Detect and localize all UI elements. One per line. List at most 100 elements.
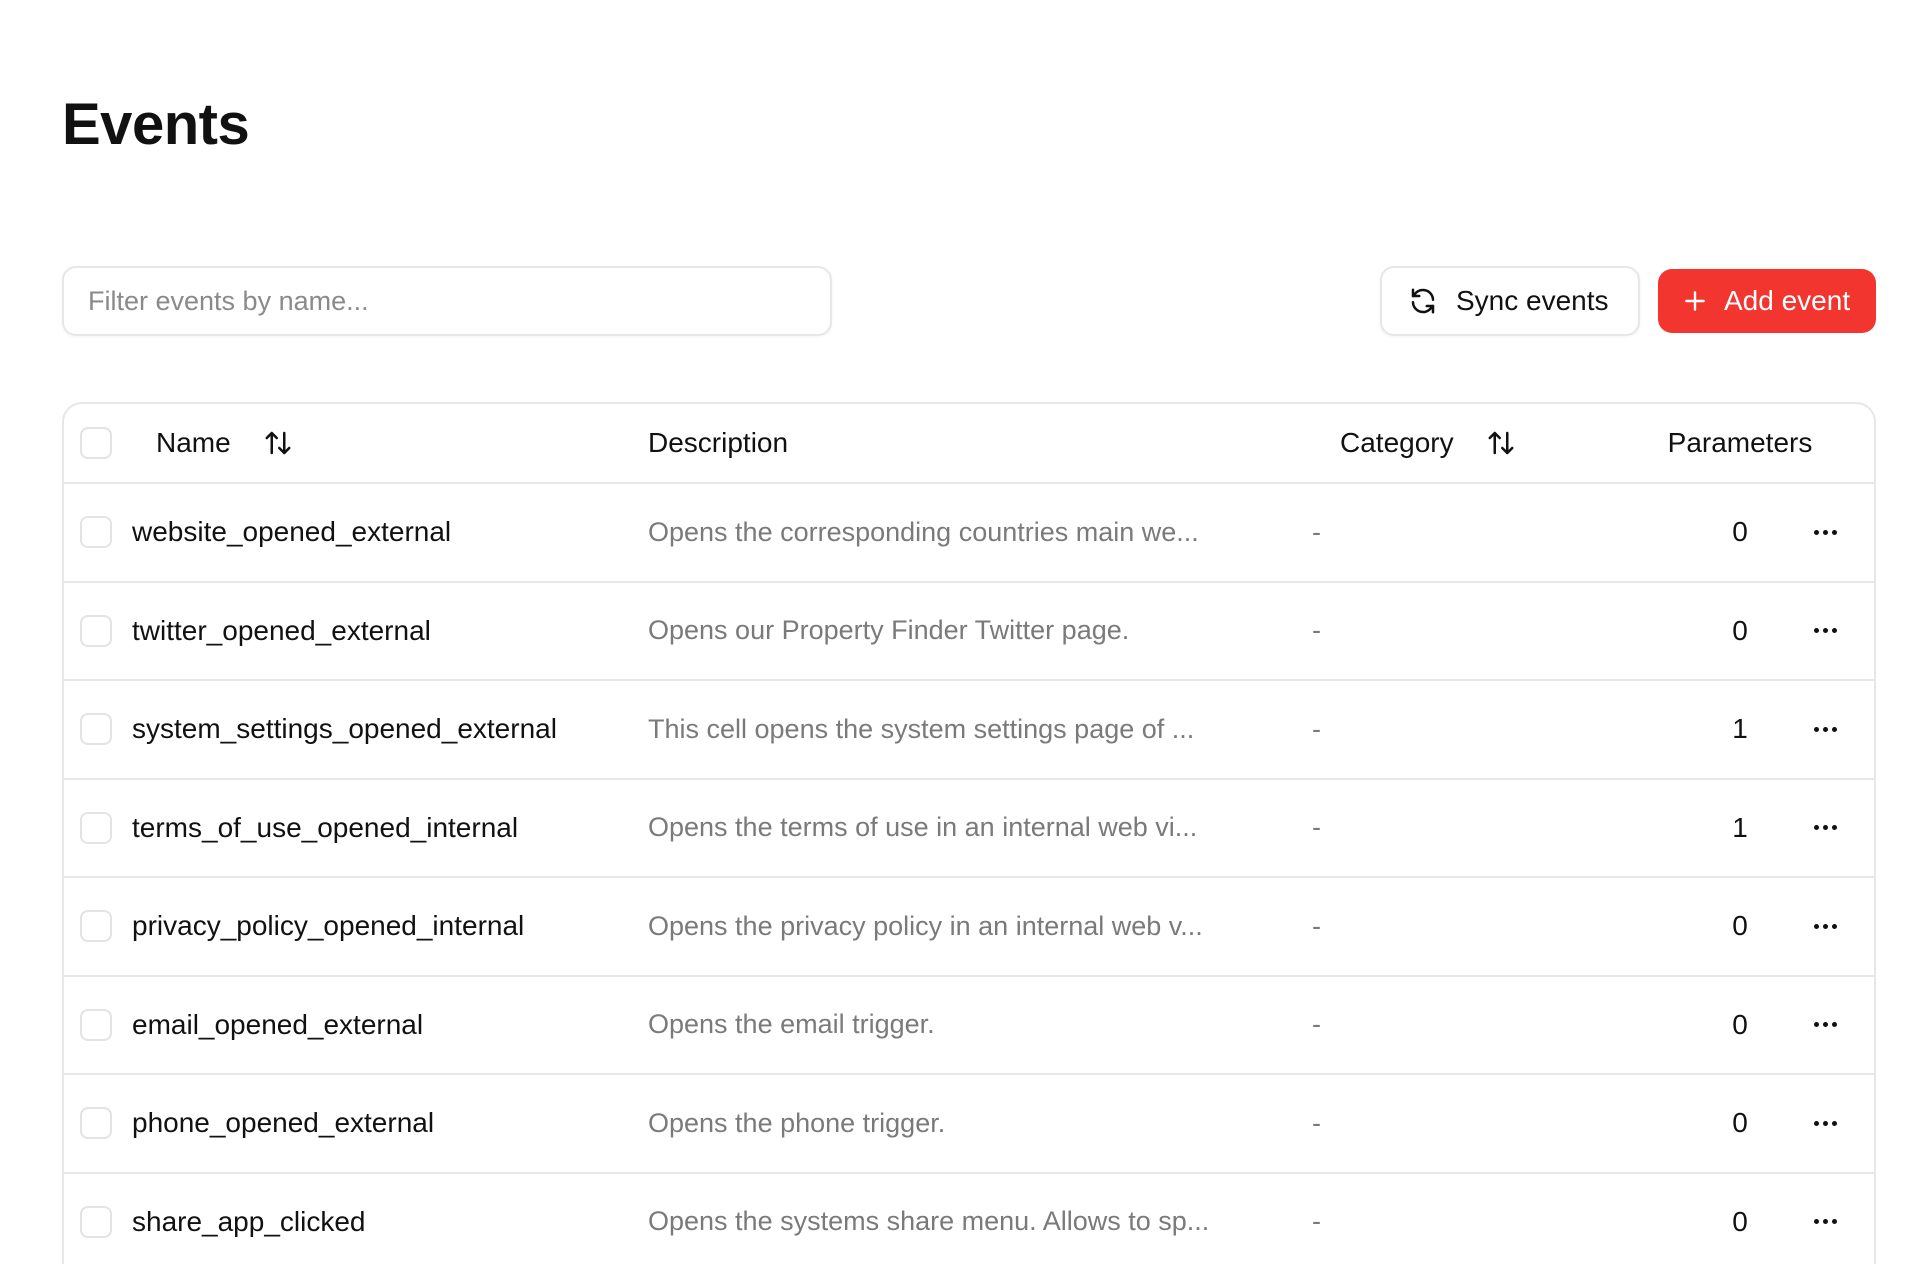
event-category-cell: - — [1312, 681, 1321, 778]
event-parameter-count: 0 — [1732, 1008, 1748, 1040]
more-horizontal-icon[interactable] — [1804, 815, 1847, 840]
event-category-cell: - — [1312, 977, 1321, 1074]
event-description: Opens the phone trigger. — [648, 1107, 946, 1138]
row-checkbox[interactable] — [80, 1107, 112, 1140]
event-name-cell: share_app_clicked — [132, 1174, 366, 1264]
event-description-cell: Opens the terms of use in an internal we… — [648, 780, 1197, 877]
event-description: This cell opens the system settings page… — [648, 713, 1195, 744]
column-header-description: Description — [648, 404, 788, 482]
table-row[interactable]: twitter_opened_external Opens our Proper… — [64, 583, 1874, 681]
table-row[interactable]: privacy_policy_opened_internal Opens the… — [64, 878, 1874, 977]
more-horizontal-icon[interactable] — [1804, 1111, 1847, 1136]
row-checkbox[interactable] — [80, 811, 112, 844]
event-name-cell: email_opened_external — [132, 977, 423, 1074]
column-label-description: Description — [648, 427, 789, 458]
column-header-name: Name — [156, 404, 293, 482]
event-category: - — [1312, 910, 1321, 941]
table-row[interactable]: phone_opened_external Opens the phone tr… — [64, 1075, 1874, 1174]
event-name-cell: privacy_policy_opened_internal — [132, 878, 524, 975]
event-category: - — [1312, 516, 1321, 547]
row-checkbox[interactable] — [80, 1205, 112, 1238]
event-name: phone_opened_external — [132, 1107, 435, 1139]
toolbar: Sync events Add event — [62, 264, 1876, 336]
row-checkbox[interactable] — [80, 713, 112, 746]
event-description: Opens our Property Finder Twitter page. — [648, 615, 1130, 646]
row-actions-cell — [1800, 681, 1850, 778]
event-category: - — [1312, 812, 1321, 843]
event-description-cell: Opens the phone trigger. — [648, 1075, 945, 1172]
event-category-cell: - — [1312, 1075, 1321, 1172]
table-row[interactable]: website_opened_external Opens the corres… — [64, 484, 1874, 583]
column-label-category: Category — [1340, 427, 1454, 458]
sort-arrows-icon[interactable] — [263, 428, 293, 458]
sync-events-button[interactable]: Sync events — [1380, 266, 1640, 336]
event-description: Opens the email trigger. — [648, 1009, 935, 1040]
table-row[interactable]: system_settings_opened_external This cel… — [64, 681, 1874, 780]
event-name-cell: terms_of_use_opened_internal — [132, 780, 518, 877]
filter-events-input[interactable] — [62, 266, 832, 336]
add-event-label: Add event — [1724, 285, 1851, 316]
sort-arrows-icon[interactable] — [1486, 428, 1516, 458]
event-parameter-count: 1 — [1732, 713, 1748, 745]
table-header: Name Description Category Parameters — [64, 404, 1874, 484]
event-description: Opens the systems share menu. Allows to … — [648, 1206, 1210, 1237]
event-category: - — [1312, 1206, 1321, 1237]
event-description-cell: Opens the privacy policy in an internal … — [648, 878, 1203, 975]
table-row[interactable]: share_app_clicked Opens the systems shar… — [64, 1174, 1874, 1264]
event-category-cell: - — [1312, 484, 1321, 581]
event-parameter-count: 0 — [1732, 910, 1748, 942]
more-horizontal-icon[interactable] — [1804, 717, 1847, 742]
event-category: - — [1312, 1009, 1321, 1040]
event-description: Opens the terms of use in an internal we… — [648, 812, 1198, 843]
row-actions-cell — [1800, 780, 1850, 877]
event-description-cell: Opens the systems share menu. Allows to … — [648, 1174, 1209, 1264]
row-checkbox[interactable] — [80, 516, 112, 549]
page-title: Events — [62, 92, 250, 157]
select-all-checkbox[interactable] — [80, 427, 112, 459]
sync-events-label: Sync events — [1456, 285, 1609, 316]
event-category-cell: - — [1312, 878, 1321, 975]
event-description-cell: Opens our Property Finder Twitter page. — [648, 583, 1129, 680]
event-name: system_settings_opened_external — [132, 713, 557, 745]
event-name: privacy_policy_opened_internal — [132, 910, 525, 942]
more-horizontal-icon[interactable] — [1804, 1012, 1847, 1037]
event-description: Opens the corresponding countries main w… — [648, 516, 1199, 547]
row-checkbox[interactable] — [80, 614, 112, 647]
event-category: - — [1312, 615, 1321, 646]
event-description-cell: This cell opens the system settings page… — [648, 681, 1194, 778]
more-horizontal-icon[interactable] — [1804, 914, 1847, 939]
event-name: terms_of_use_opened_internal — [132, 811, 519, 843]
column-header-parameters: Parameters — [1600, 404, 1874, 482]
event-name-cell: twitter_opened_external — [132, 583, 431, 680]
event-category: - — [1312, 713, 1321, 744]
event-description-cell: Opens the corresponding countries main w… — [648, 484, 1199, 581]
event-name-cell: system_settings_opened_external — [132, 681, 557, 778]
event-name-cell: phone_opened_external — [132, 1075, 434, 1172]
event-category: - — [1312, 1107, 1321, 1138]
more-horizontal-icon[interactable] — [1804, 618, 1847, 643]
event-name: email_opened_external — [132, 1008, 424, 1040]
row-actions-cell — [1800, 484, 1850, 581]
event-parameter-count: 0 — [1732, 1107, 1748, 1139]
event-parameter-count: 1 — [1732, 811, 1748, 843]
events-table: Name Description Category Parameters web… — [62, 402, 1876, 1264]
more-horizontal-icon[interactable] — [1804, 1209, 1847, 1234]
table-row[interactable]: terms_of_use_opened_internal Opens the t… — [64, 780, 1874, 878]
column-label-parameters: Parameters — [1667, 427, 1813, 458]
table-row[interactable]: email_opened_external Opens the email tr… — [64, 977, 1874, 1075]
row-actions-cell — [1800, 878, 1850, 975]
events-page: Events Sync events Add event — [0, 0, 1928, 1264]
event-category-cell: - — [1312, 780, 1321, 877]
more-horizontal-icon[interactable] — [1804, 520, 1847, 545]
column-header-category: Category — [1340, 404, 1516, 482]
row-actions-cell — [1800, 583, 1850, 680]
row-checkbox[interactable] — [80, 910, 112, 943]
event-name: twitter_opened_external — [132, 614, 431, 646]
event-name: share_app_clicked — [132, 1205, 366, 1237]
row-checkbox[interactable] — [80, 1008, 112, 1041]
row-actions-cell — [1800, 1174, 1850, 1264]
event-parameter-count: 0 — [1732, 1205, 1748, 1237]
refresh-icon — [1408, 286, 1438, 316]
add-event-button[interactable]: Add event — [1658, 269, 1876, 333]
table-body: website_opened_external Opens the corres… — [64, 484, 1874, 1264]
